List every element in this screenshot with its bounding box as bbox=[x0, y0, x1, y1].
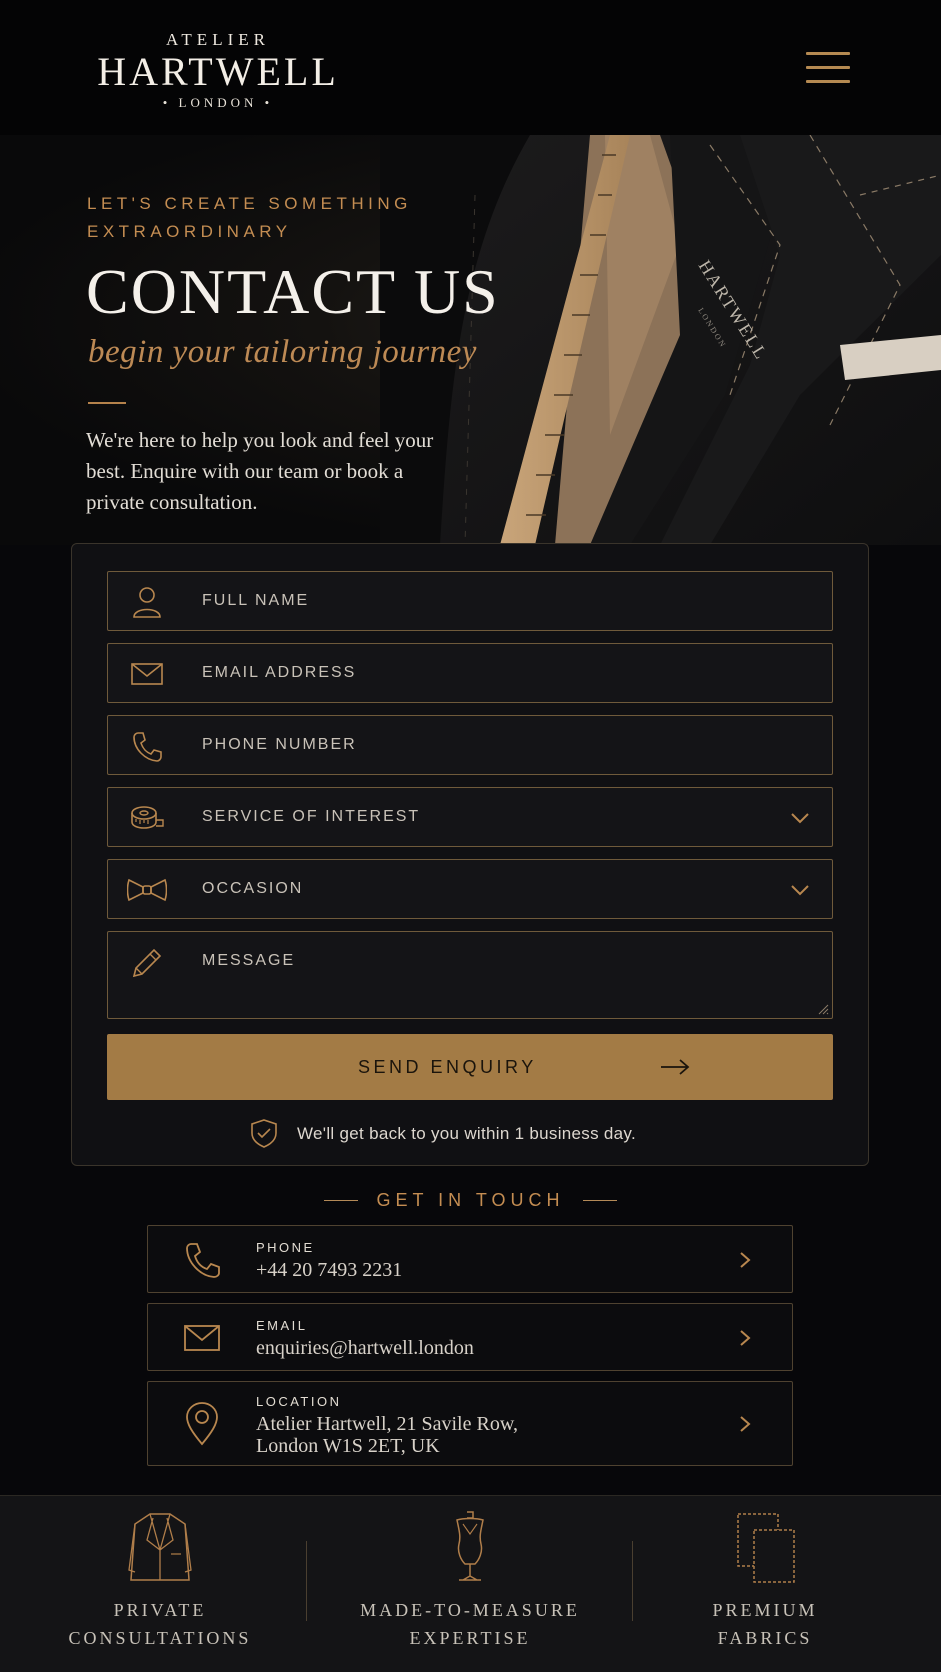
email-placeholder: EMAIL ADDRESS bbox=[202, 664, 357, 681]
occasion-select[interactable]: OCCASION bbox=[107, 859, 833, 919]
heading-rule-right bbox=[582, 1200, 617, 1201]
feature-divider bbox=[632, 1541, 633, 1621]
chevron-right-icon bbox=[740, 1252, 751, 1268]
send-enquiry-label: SEND ENQUIRY bbox=[358, 1057, 537, 1077]
hero-intro: We're here to help you look and feel you… bbox=[86, 428, 434, 514]
feature-line2: EXPERTISE bbox=[409, 1628, 531, 1648]
contact-email-card[interactable]: EMAIL enquiries@hartwell.london bbox=[147, 1303, 793, 1371]
hero-subtitle: begin your tailoring journey bbox=[88, 334, 477, 370]
chevron-right-icon bbox=[740, 1416, 751, 1432]
hamburger-menu-icon[interactable] bbox=[806, 52, 850, 86]
feature-line1: PREMIUM bbox=[712, 1600, 818, 1620]
feature-line2: FABRICS bbox=[717, 1628, 813, 1648]
response-note: We'll get back to you within 1 business … bbox=[250, 1118, 700, 1148]
page-title: CONTACT US bbox=[86, 256, 500, 327]
map-pin-icon bbox=[186, 1402, 218, 1446]
response-note-text: We'll get back to you within 1 business … bbox=[297, 1124, 636, 1143]
shield-check-icon bbox=[251, 1119, 277, 1148]
email-field[interactable]: EMAIL ADDRESS bbox=[107, 643, 833, 703]
phone-icon bbox=[133, 732, 162, 762]
site-header: ATELIER HARTWELL • LONDON • bbox=[0, 0, 941, 135]
heading-rule-left bbox=[324, 1200, 359, 1201]
feature-line2: CONSULTATIONS bbox=[68, 1628, 252, 1648]
chevron-down-icon[interactable] bbox=[790, 808, 810, 828]
contact-location-card[interactable]: LOCATION Atelier Hartwell, 21 Savile Row… bbox=[147, 1381, 793, 1466]
brand-logo[interactable]: ATELIER HARTWELL • LONDON • bbox=[88, 30, 348, 111]
hero-eyebrow: LET'S CREATE SOMETHING EXTRAORDINARY bbox=[87, 194, 412, 241]
service-select[interactable]: SERVICE OF INTEREST bbox=[107, 787, 833, 847]
feature-made-to-measure: MADE-TO-MEASURE EXPERTISE bbox=[330, 1496, 610, 1672]
logo-city: • LONDON • bbox=[162, 95, 274, 110]
phone-icon bbox=[186, 1243, 220, 1278]
full-name-placeholder: FULL NAME bbox=[202, 592, 310, 609]
feature-line1: MADE-TO-MEASURE bbox=[360, 1600, 580, 1620]
pencil-icon bbox=[132, 948, 162, 978]
full-name-field[interactable]: FULL NAME bbox=[107, 571, 833, 631]
occasion-placeholder: OCCASION bbox=[202, 880, 304, 897]
contact-email-key: EMAIL bbox=[256, 1318, 308, 1333]
features-footer: PRIVATE CONSULTATIONS MADE-TO-MEASURE EX… bbox=[0, 1495, 941, 1672]
get-in-touch-label: GET IN TOUCH bbox=[376, 1190, 565, 1210]
contact-location-line1: Atelier Hartwell, 21 Savile Row, bbox=[256, 1413, 518, 1435]
resize-handle-icon[interactable] bbox=[817, 1003, 829, 1015]
feature-label: PREMIUM FABRICS bbox=[645, 1596, 885, 1652]
tape-measure-icon bbox=[131, 806, 164, 829]
logo-name: HARTWELL bbox=[97, 49, 339, 94]
message-textarea[interactable]: MESSAGE bbox=[107, 931, 833, 1019]
contact-phone-value: +44 20 7493 2231 bbox=[256, 1259, 403, 1281]
contact-phone-key: PHONE bbox=[256, 1240, 315, 1255]
feature-divider bbox=[306, 1541, 307, 1621]
feature-premium-fabrics: PREMIUM FABRICS bbox=[645, 1496, 885, 1672]
envelope-icon bbox=[184, 1325, 220, 1351]
feature-line1: PRIVATE bbox=[113, 1600, 207, 1620]
bow-tie-icon bbox=[127, 878, 167, 902]
service-placeholder: SERVICE OF INTEREST bbox=[202, 808, 421, 825]
logo-atelier: ATELIER bbox=[166, 30, 270, 49]
arrow-right-icon bbox=[661, 1059, 690, 1075]
phone-field[interactable]: PHONE NUMBER bbox=[107, 715, 833, 775]
fabric-swatch-icon bbox=[737, 1513, 795, 1583]
user-icon bbox=[133, 587, 161, 618]
chevron-down-icon[interactable] bbox=[790, 880, 810, 900]
envelope-icon bbox=[131, 663, 163, 685]
feature-private-consultations: PRIVATE CONSULTATIONS bbox=[20, 1496, 300, 1672]
feature-label: MADE-TO-MEASURE EXPERTISE bbox=[330, 1596, 610, 1652]
chevron-right-icon bbox=[740, 1330, 751, 1346]
get-in-touch-heading: GET IN TOUCH bbox=[0, 1190, 941, 1211]
jacket-icon bbox=[128, 1513, 192, 1581]
contact-location-key: LOCATION bbox=[256, 1394, 342, 1409]
contact-location-line2: London W1S 2ET, UK bbox=[256, 1435, 440, 1457]
phone-placeholder: PHONE NUMBER bbox=[202, 736, 357, 753]
contact-email-value: enquiries@hartwell.london bbox=[256, 1337, 474, 1359]
mannequin-icon bbox=[456, 1511, 484, 1581]
message-placeholder: MESSAGE bbox=[202, 952, 296, 969]
contact-phone-card[interactable]: PHONE +44 20 7493 2231 bbox=[147, 1225, 793, 1293]
feature-label: PRIVATE CONSULTATIONS bbox=[20, 1596, 300, 1652]
send-enquiry-button[interactable]: SEND ENQUIRY bbox=[107, 1034, 833, 1100]
title-divider bbox=[88, 402, 126, 404]
